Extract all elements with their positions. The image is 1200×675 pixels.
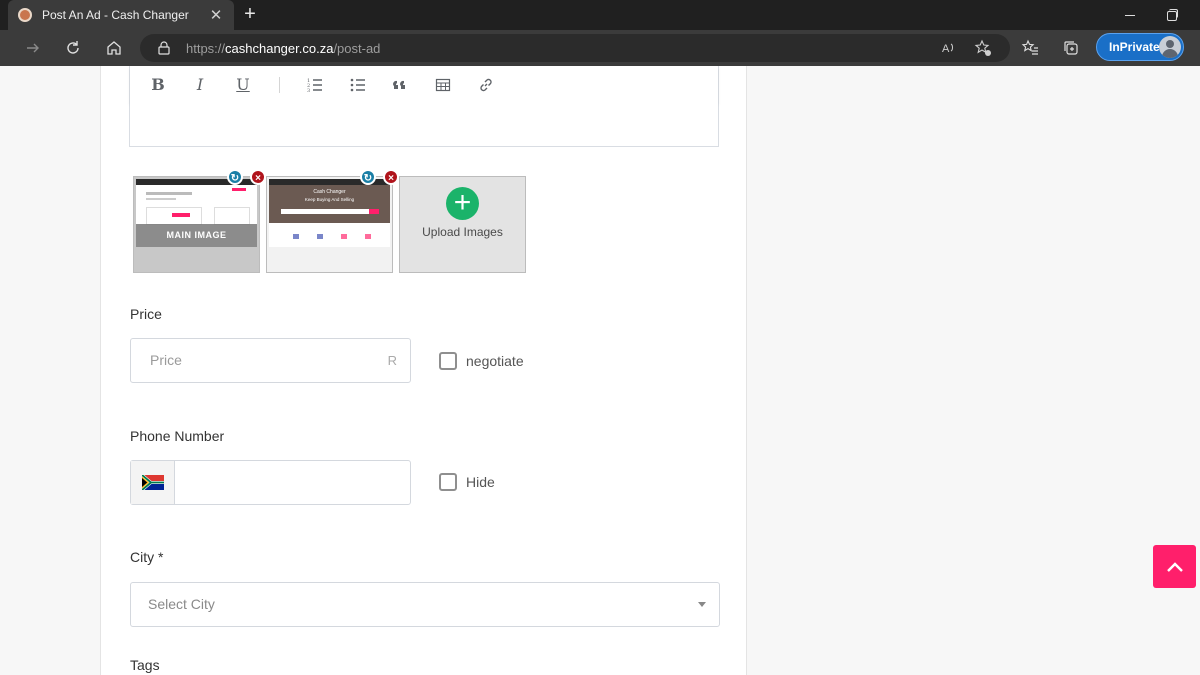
home-icon[interactable] (101, 36, 127, 60)
price-input[interactable]: Price R (130, 338, 411, 383)
link-icon[interactable] (473, 74, 499, 96)
underline-button[interactable]: U (230, 74, 256, 96)
chevron-down-icon (698, 602, 706, 607)
svg-text:A: A (942, 43, 950, 55)
address-bar[interactable]: https://cashchanger.co.za/post-ad A (140, 34, 1010, 62)
profile-avatar (1159, 36, 1181, 58)
lock-icon (158, 41, 170, 55)
negotiate-label: negotiate (466, 353, 524, 369)
upload-images-label: Upload Images (422, 225, 503, 239)
inprivate-label: InPrivate (1109, 40, 1160, 54)
url-text: https://cashchanger.co.za/post-ad (186, 41, 380, 56)
tab-close-icon[interactable]: ✕ (208, 6, 224, 24)
forward-icon[interactable] (20, 36, 46, 60)
scroll-to-top-button[interactable] (1153, 545, 1196, 588)
blockquote-icon[interactable] (387, 74, 413, 96)
chevron-up-icon (1166, 561, 1183, 572)
url-path: /post-ad (333, 41, 381, 56)
currency-suffix: R (387, 353, 397, 368)
italic-button[interactable]: I (187, 74, 213, 96)
remove-image-icon[interactable]: × (383, 169, 399, 185)
hide-phone-checkbox[interactable] (439, 473, 457, 491)
browser-toolbar: https://cashchanger.co.za/post-ad A InPr… (0, 30, 1200, 66)
read-aloud-icon[interactable]: A (936, 36, 962, 60)
url-scheme: https:// (186, 41, 226, 56)
ordered-list-icon[interactable]: 123 (302, 74, 328, 96)
editor-text-area[interactable] (130, 103, 718, 146)
unordered-list-icon[interactable] (345, 74, 371, 96)
site-favicon-icon (18, 8, 32, 22)
description-editor: B I U 123 (129, 66, 719, 147)
browser-tab[interactable]: Post An Ad - Cash Changer ✕ (8, 0, 234, 30)
restore-icon[interactable] (1162, 6, 1180, 24)
bold-button[interactable]: B (145, 74, 171, 96)
upload-images-button[interactable]: + Upload Images (399, 176, 526, 273)
tab-title: Post An Ad - Cash Changer (42, 8, 189, 22)
negotiate-checkbox[interactable] (439, 352, 457, 370)
rotate-image-icon[interactable]: ↻ (227, 169, 243, 185)
toolbar-divider (279, 77, 280, 93)
collections-icon[interactable] (1058, 36, 1084, 60)
add-icon: + (446, 187, 479, 220)
browser-titlebar: Post An Ad - Cash Changer ✕ + (0, 0, 1200, 30)
city-placeholder: Select City (148, 596, 215, 612)
phone-number-label: Phone Number (130, 428, 225, 444)
thumbnail-preview: Cash Changer Keep Buying And Selling (269, 179, 390, 247)
city-select[interactable]: Select City (130, 582, 720, 627)
svg-text:3: 3 (307, 88, 310, 93)
remove-image-icon[interactable]: × (250, 169, 266, 185)
price-placeholder: Price (150, 352, 182, 368)
editor-toolbar: B I U 123 (130, 66, 718, 103)
phone-number-input[interactable] (130, 460, 411, 505)
main-image-label: MAIN IMAGE (136, 224, 257, 247)
page-background: B I U 123 MAIN IMAGE ↻ × Cash Changer Ke… (0, 66, 1200, 675)
refresh-icon[interactable] (60, 36, 86, 60)
inprivate-button[interactable]: InPrivate (1096, 33, 1184, 61)
post-ad-form: B I U 123 MAIN IMAGE ↻ × Cash Changer Ke… (100, 66, 747, 675)
add-favorite-icon[interactable] (970, 36, 996, 60)
favorites-icon[interactable] (1017, 36, 1043, 60)
url-host: cashchanger.co.za (225, 41, 334, 56)
thumbnail-title: Cash Changer (313, 189, 346, 195)
tags-label: Tags (130, 657, 160, 673)
rotate-image-icon[interactable]: ↻ (360, 169, 376, 185)
table-icon[interactable] (430, 74, 456, 96)
country-code-selector[interactable] (131, 461, 175, 504)
image-thumbnail[interactable]: Cash Changer Keep Buying And Selling (266, 176, 393, 273)
price-label: Price (130, 306, 162, 322)
main-image-thumbnail[interactable]: MAIN IMAGE (133, 176, 260, 273)
new-tab-icon[interactable]: + (238, 3, 262, 27)
hide-phone-label: Hide (466, 474, 495, 490)
thumbnail-hero: Cash Changer Keep Buying And Selling (269, 185, 390, 223)
thumbnail-subtitle: Keep Buying And Selling (304, 197, 355, 202)
city-label: City * (130, 549, 164, 565)
minimize-icon[interactable] (1121, 6, 1139, 24)
south-africa-flag-icon (142, 475, 164, 490)
